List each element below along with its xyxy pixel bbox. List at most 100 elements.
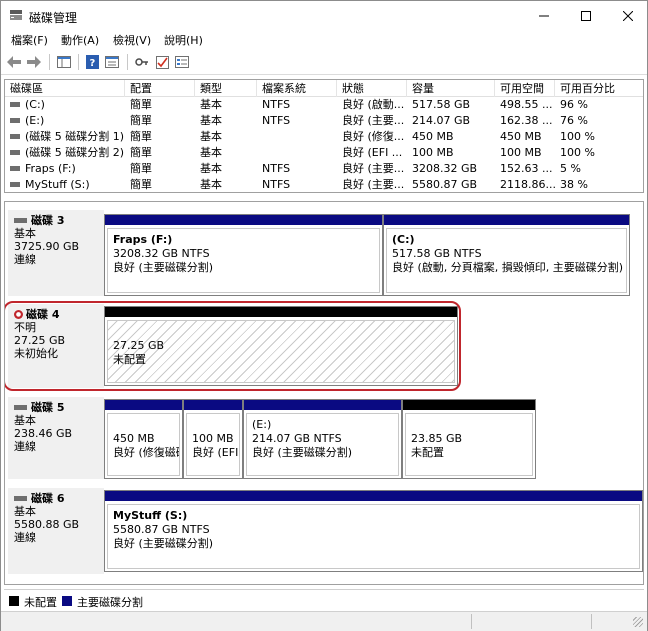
partition-body: 450 MB 良好 (修復磁碟: [107, 413, 180, 476]
close-button[interactable]: [605, 1, 648, 31]
disk-size: 3725.90 GB: [14, 240, 80, 253]
toolbar-separator: [127, 54, 128, 70]
disk-size: 5580.88 GB: [14, 518, 80, 531]
key-icon: [135, 58, 148, 66]
disk-name: 磁碟 6: [31, 492, 65, 505]
column-free-space[interactable]: 可用空間: [495, 80, 555, 97]
connect-button[interactable]: [133, 53, 151, 71]
volume-type: 基本: [200, 114, 222, 127]
disk-label-5[interactable]: 磁碟 5 基本 238.46 GB 連線: [8, 397, 104, 479]
maximize-button[interactable]: [563, 1, 609, 31]
column-filesystem[interactable]: 檔案系統: [257, 80, 337, 97]
volume-icon: [10, 133, 20, 139]
partition-size: 517.58 GB NTFS: [392, 247, 482, 260]
volume-name-cell: Fraps (F:): [5, 161, 125, 177]
help-icon: ?: [85, 55, 99, 69]
disk-label-6[interactable]: 磁碟 6 基本 5580.88 GB 連線: [8, 488, 104, 574]
volume-capacity: 3208.32 GB: [412, 162, 478, 175]
volume-free-percent: 100 %: [560, 130, 595, 143]
column-capacity[interactable]: 容量: [407, 80, 495, 97]
volume-name: (磁碟 5 磁碟分割 1): [25, 130, 125, 143]
volume-list: 磁碟區 配置 類型 檔案系統 狀態 容量 可用空間 可用百分比 (C:) 簡單 …: [4, 79, 644, 193]
disk-label-3[interactable]: 磁碟 3 基本 3725.90 GB 連線: [8, 210, 104, 296]
partition-unallocated-5[interactable]: 23.85 GB 未配置: [402, 399, 536, 479]
partition-fraps[interactable]: Fraps (F:) 3208.32 GB NTFS 良好 (主要磁碟分割): [104, 214, 383, 296]
volume-capacity: 214.07 GB: [412, 114, 471, 127]
volume-fs: [257, 129, 337, 145]
menu-help[interactable]: 說明(H): [164, 32, 203, 48]
partition-name: MyStuff (S:): [113, 509, 188, 522]
volume-layout: 簡單: [130, 178, 152, 191]
check-button[interactable]: [153, 53, 171, 71]
volume-name: (E:): [25, 114, 45, 127]
primary-partition-bar: [105, 215, 382, 225]
partition-body: MyStuff (S:) 5580.87 GB NTFS 良好 (主要磁碟分割): [107, 504, 640, 569]
disk-icon: [14, 217, 27, 223]
volume-layout: 簡單: [130, 162, 152, 175]
forward-button[interactable]: [25, 53, 43, 71]
help-button[interactable]: ?: [83, 53, 101, 71]
partition-e[interactable]: (E:) 214.07 GB NTFS 良好 (主要磁碟分割): [243, 399, 402, 479]
menu-view[interactable]: 檢視(V): [113, 32, 151, 48]
partition-body: 100 MB 良好 (EFI: [186, 413, 240, 476]
disk-management-window: 磁碟管理 檔案(F) 動作(A) 檢視(V) 說明(H) ? 磁碟區 配置 類型…: [0, 0, 648, 631]
volume-row[interactable]: MyStuff (S:) 簡單 基本 NTFS 良好 (主要... 5580.8…: [5, 177, 643, 192]
column-type[interactable]: 類型: [195, 80, 257, 97]
volume-name-cell: (磁碟 5 磁碟分割 2): [5, 145, 125, 161]
primary-partition-bar: [105, 491, 642, 501]
menu-file[interactable]: 檔案(F): [11, 32, 48, 48]
partition-body: Fraps (F:) 3208.32 GB NTFS 良好 (主要磁碟分割): [107, 228, 380, 293]
minimize-button[interactable]: [521, 1, 567, 31]
disk-state: 連線: [14, 253, 36, 266]
partition-size: 5580.87 GB NTFS: [113, 523, 210, 536]
volume-icon: [10, 181, 20, 187]
volume-free-percent: 96 %: [560, 98, 588, 111]
volume-row[interactable]: (C:) 簡單 基本 NTFS 良好 (啟動... 517.58 GB 498.…: [5, 97, 643, 113]
volume-layout: 簡單: [130, 114, 152, 127]
volume-fs: NTFS: [262, 162, 291, 175]
properties-button[interactable]: [103, 53, 121, 71]
disk-icon: [14, 404, 27, 410]
unallocated-bar: [403, 400, 535, 410]
volume-free: 100 MB: [500, 146, 542, 159]
back-button[interactable]: [5, 53, 23, 71]
volume-capacity: 5580.87 GB: [412, 178, 478, 191]
partition-name: (C:): [392, 233, 415, 246]
resize-grip[interactable]: [633, 617, 643, 627]
disk-icon: [14, 495, 27, 501]
volume-row[interactable]: (磁碟 5 磁碟分割 2) 簡單 基本 良好 (EFI ... 100 MB 1…: [5, 145, 643, 161]
view-button[interactable]: [173, 53, 191, 71]
column-volume[interactable]: 磁碟區: [5, 80, 125, 97]
volume-status: 良好 (修復...: [342, 130, 405, 143]
svg-text:?: ?: [89, 58, 95, 69]
volume-name-cell: MyStuff (S:): [5, 177, 125, 192]
menu-action[interactable]: 動作(A): [61, 32, 99, 48]
partition-status: 良好 (啟動, 分頁檔案, 損毀傾印, 主要磁碟分割): [392, 261, 624, 274]
legend-primary: 主要磁碟分割: [77, 596, 143, 609]
column-status[interactable]: 狀態: [337, 80, 407, 97]
column-free-percent[interactable]: 可用百分比: [555, 80, 643, 97]
toolbar: ?: [1, 49, 647, 75]
legend-unallocated: 未配置: [24, 596, 57, 609]
volume-type: 基本: [200, 130, 222, 143]
console-tree-button[interactable]: [55, 53, 73, 71]
volume-fs: NTFS: [262, 98, 291, 111]
disk-management-icon: [10, 10, 22, 20]
disk-size: 238.46 GB: [14, 427, 73, 440]
console-tree-icon: [57, 56, 71, 68]
partition-recovery[interactable]: 450 MB 良好 (修復磁碟: [104, 399, 183, 479]
volume-status: 良好 (啟動...: [342, 98, 405, 111]
column-layout[interactable]: 配置: [125, 80, 195, 97]
volume-free-percent: 5 %: [560, 162, 581, 175]
volume-name: MyStuff (S:): [25, 178, 90, 191]
checklist-icon: [155, 55, 169, 69]
partition-efi[interactable]: 100 MB 良好 (EFI: [183, 399, 243, 479]
volume-row[interactable]: (磁碟 5 磁碟分割 1) 簡單 基本 良好 (修復... 450 MB 450…: [5, 129, 643, 145]
partition-status: 良好 (EFI: [192, 446, 239, 459]
disk-graphical-view: 磁碟 3 基本 3725.90 GB 連線 Fraps (F:) 3208.32…: [4, 201, 644, 585]
volume-name-cell: (C:): [5, 97, 125, 113]
volume-row[interactable]: (E:) 簡單 基本 NTFS 良好 (主要... 214.07 GB 162.…: [5, 113, 643, 129]
partition-mystuff[interactable]: MyStuff (S:) 5580.87 GB NTFS 良好 (主要磁碟分割): [104, 490, 643, 572]
partition-c[interactable]: (C:) 517.58 GB NTFS 良好 (啟動, 分頁檔案, 損毀傾印, …: [383, 214, 630, 296]
volume-row[interactable]: Fraps (F:) 簡單 基本 NTFS 良好 (主要... 3208.32 …: [5, 161, 643, 177]
